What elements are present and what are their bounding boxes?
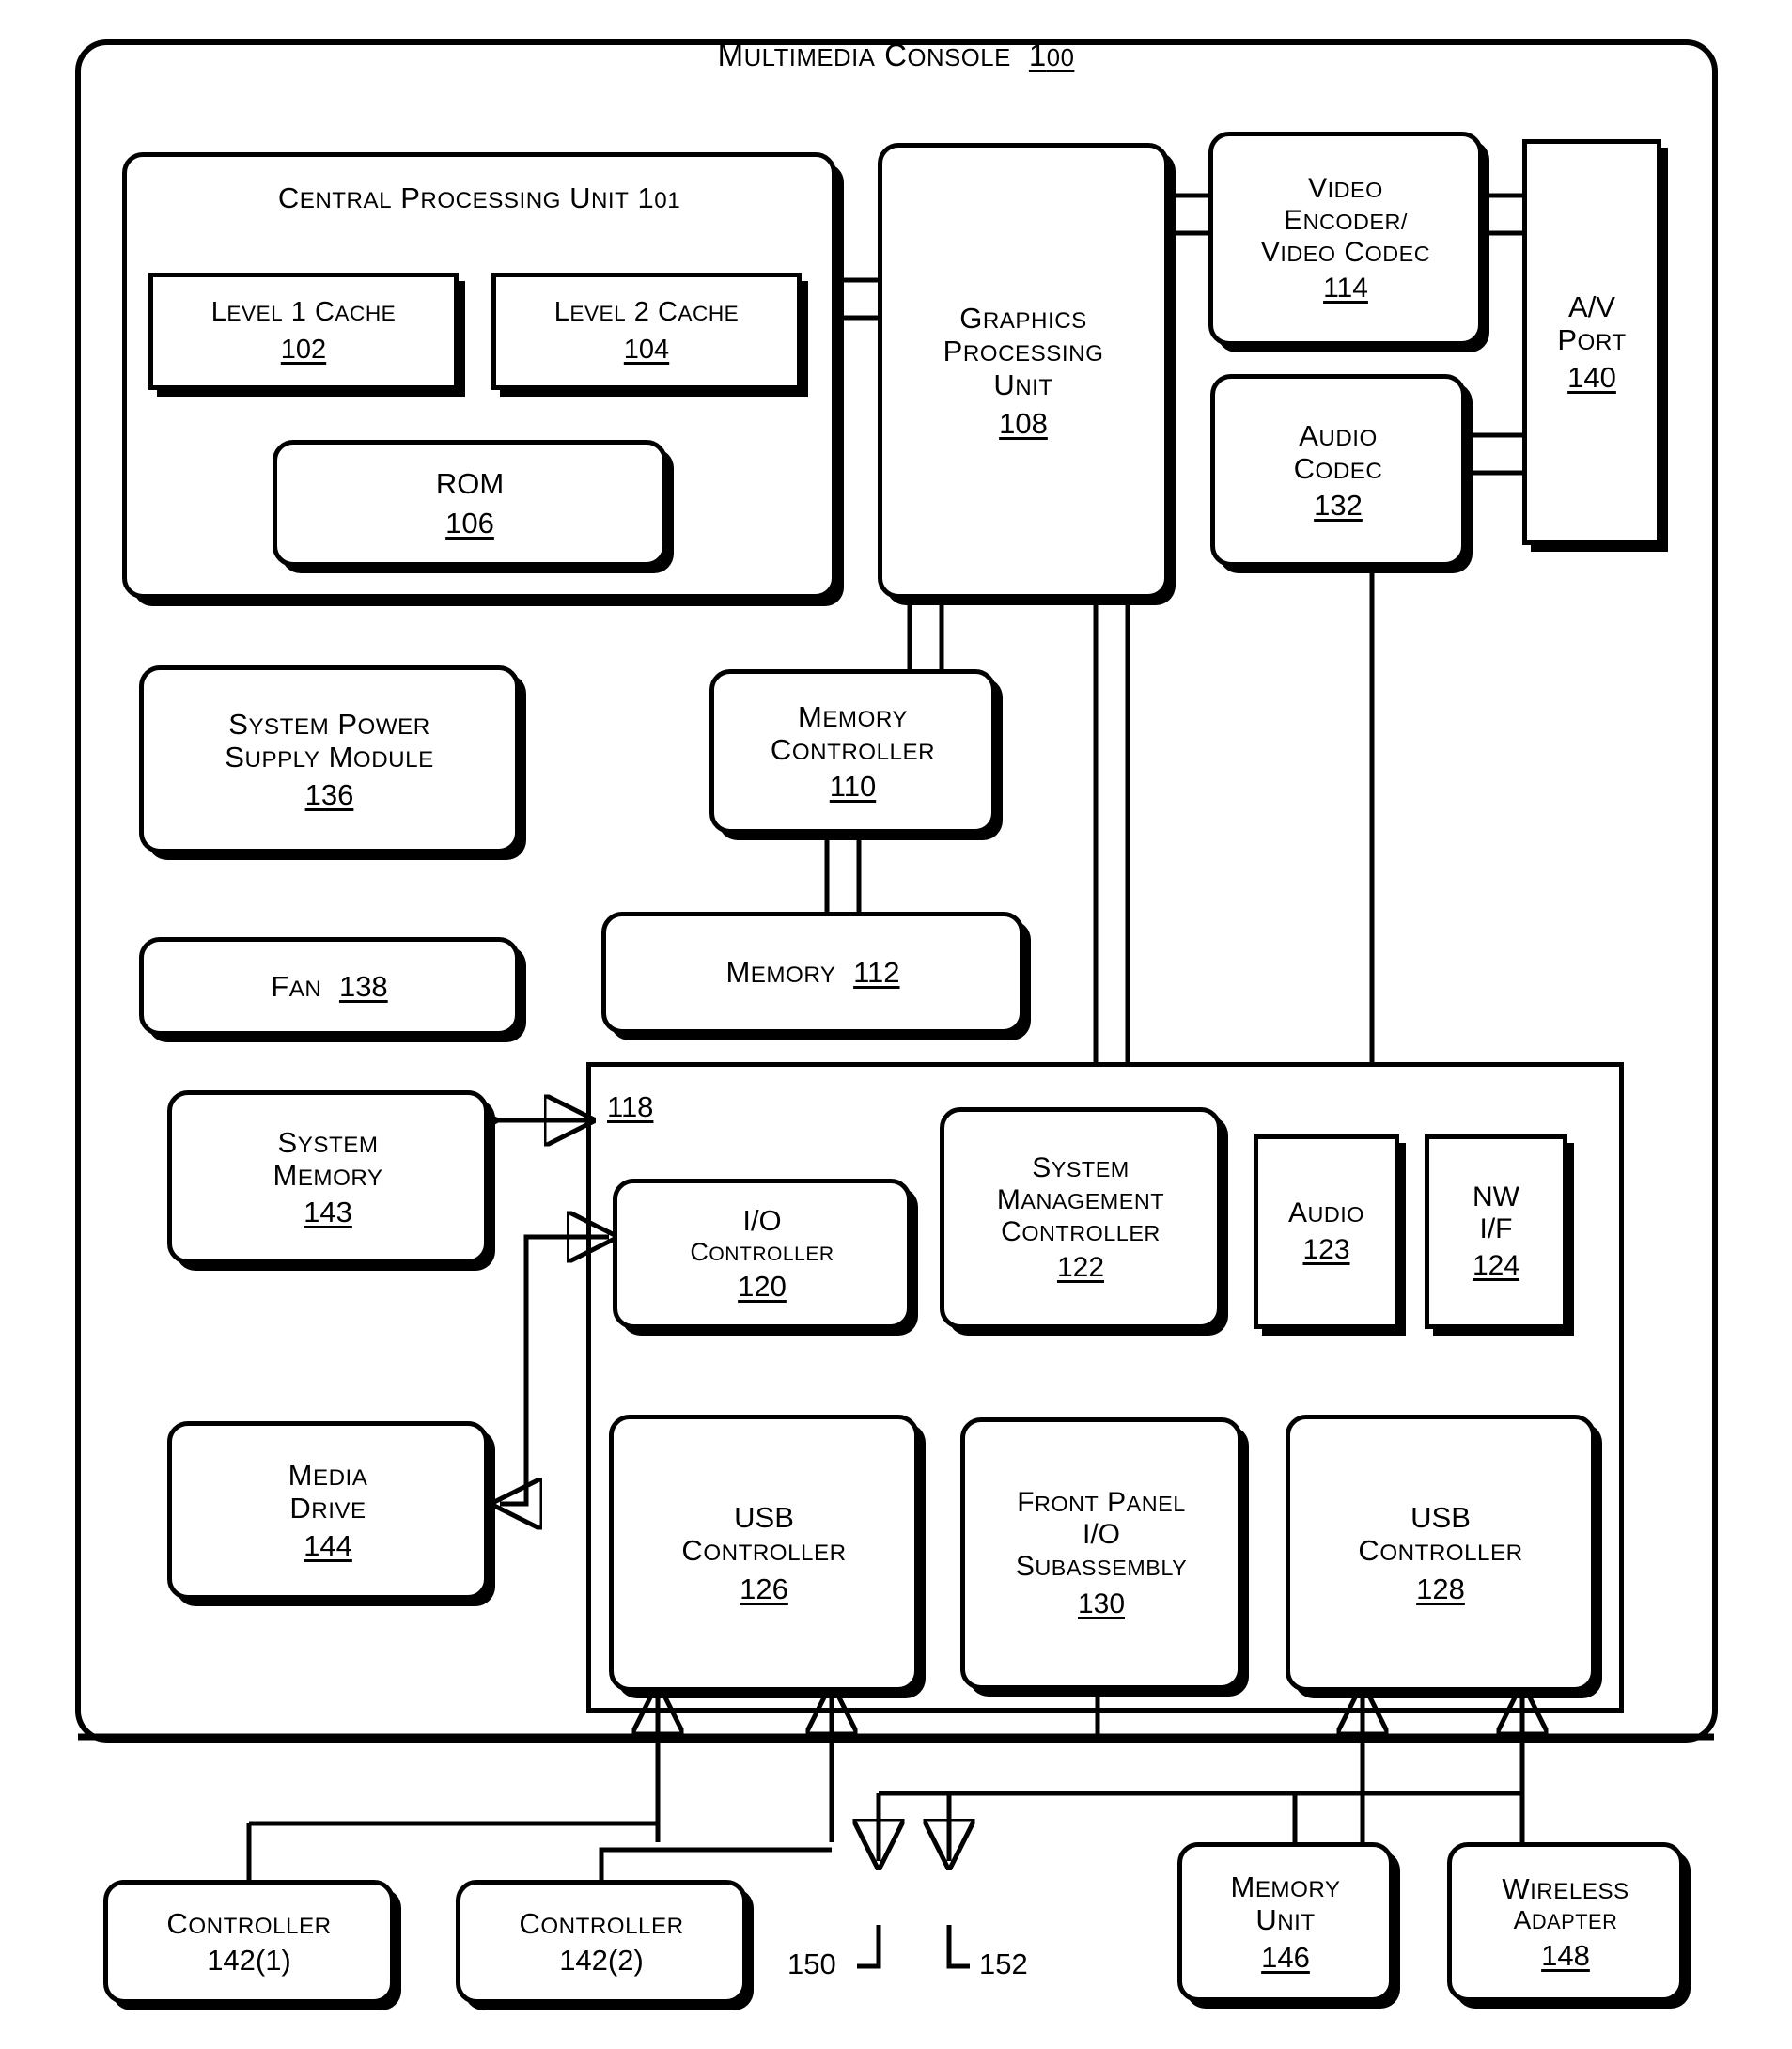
io-controller-block: I/O CONTROLLER 120 bbox=[613, 1179, 912, 1329]
gpu-label-line2: PROCESSING bbox=[943, 335, 1104, 368]
wireless-adapter-block: WIRELESS ADAPTER 148 bbox=[1447, 1842, 1684, 2002]
usb-controller-126-block: USB CONTROLLER 126 bbox=[609, 1415, 919, 1692]
controller1-label: CONTROLLER bbox=[166, 1906, 332, 1940]
media-drive-label-line1: MEDIA bbox=[288, 1459, 368, 1492]
system-power-supply-block: SYSTEM POWER SUPPLY MODULE 136 bbox=[139, 665, 520, 853]
system-management-controller-block: SYSTEM MANAGEMENT CONTROLLER 122 bbox=[940, 1107, 1222, 1329]
front-panel-ref: 130 bbox=[1077, 1588, 1126, 1620]
usb126-ref: 126 bbox=[740, 1572, 788, 1606]
bus-118-ref: 118 bbox=[607, 1090, 654, 1123]
audio-codec-label-line1: AUDIO bbox=[1299, 418, 1378, 452]
level-2-cache-block: LEVEL 2 CACHE 104 bbox=[491, 273, 802, 390]
memory-block: MEMORY 112 bbox=[601, 912, 1024, 1034]
system-memory-label-line2: MEMORY bbox=[273, 1158, 383, 1192]
memory-controller-ref: 110 bbox=[829, 770, 877, 804]
front-panel-io-subassembly-block: FRONT PANEL I/O SUBASSEMBLY 130 bbox=[960, 1417, 1242, 1690]
system-memory-label-line1: SYSTEM bbox=[277, 1125, 379, 1159]
network-interface-block: NW I/F 124 bbox=[1425, 1134, 1567, 1329]
usb126-label-line1: USB bbox=[734, 1500, 794, 1534]
av-port-block: A/V PORT 140 bbox=[1522, 139, 1661, 545]
av-port-ref: 140 bbox=[1567, 360, 1616, 394]
usb-controller-128-block: USB CONTROLLER 128 bbox=[1286, 1415, 1596, 1692]
fan-block: FAN 138 bbox=[139, 937, 520, 1036]
video-encoder-label-line2: ENCODER/ bbox=[1284, 204, 1408, 236]
usb128-label-line2: CONTROLLER bbox=[1358, 1533, 1523, 1567]
audio-ref: 123 bbox=[1302, 1233, 1350, 1265]
patent-figure-multimedia-console: MULTIMEDIA CONSOLE 100 CENTRAL PROCESSIN… bbox=[0, 0, 1792, 2049]
smc-label-line2: MANAGEMENT bbox=[996, 1183, 1165, 1215]
memory-ref: 112 bbox=[853, 956, 900, 990]
media-drive-block: MEDIA DRIVE 144 bbox=[167, 1421, 489, 1600]
level-1-cache-block: LEVEL 1 CACHE 102 bbox=[148, 273, 459, 390]
gpu-label-line1: GRAPHICS bbox=[959, 301, 1087, 335]
fan-label: FAN bbox=[271, 969, 322, 1003]
memory-unit-label-line2: UNIT bbox=[1255, 1903, 1316, 1937]
front-panel-label-line2: I/O bbox=[1082, 1518, 1120, 1550]
av-port-label-line1: A/V bbox=[1568, 290, 1615, 323]
controller-142-2-block: CONTROLLER 142(2) bbox=[456, 1880, 747, 2004]
system-memory-ref: 143 bbox=[304, 1196, 352, 1229]
controller1-ref: 142(1) bbox=[207, 1944, 291, 1977]
level-2-cache-ref: 104 bbox=[623, 334, 670, 365]
controller2-label: CONTROLLER bbox=[519, 1906, 684, 1940]
rom-block: ROM 106 bbox=[273, 440, 667, 567]
psu-label-line1: SYSTEM POWER bbox=[228, 708, 430, 741]
rom-label: ROM bbox=[435, 467, 505, 501]
smc-label-line3: CONTROLLER bbox=[1001, 1216, 1161, 1247]
media-drive-label-line2: DRIVE bbox=[289, 1492, 366, 1525]
memory-controller-label-line2: CONTROLLER bbox=[770, 732, 936, 766]
memory-unit-label-line1: MEMORY bbox=[1230, 1870, 1341, 1903]
front-panel-label-line3: SUBASSEMBLY bbox=[1015, 1551, 1188, 1582]
figure-title: MULTIMEDIA CONSOLE 100 bbox=[0, 38, 1792, 73]
controller2-ref: 142(2) bbox=[559, 1944, 644, 1977]
gpu-label-line3: UNIT bbox=[993, 368, 1053, 401]
wireless-ref: 148 bbox=[1541, 1938, 1590, 1972]
video-encoder-ref: 114 bbox=[1323, 273, 1368, 305]
front-panel-label-line1: FRONT PANEL bbox=[1017, 1486, 1186, 1518]
nwif-label-line1: NW bbox=[1473, 1181, 1519, 1213]
usb128-ref: 128 bbox=[1416, 1572, 1465, 1606]
media-drive-ref: 144 bbox=[304, 1528, 352, 1562]
figure-title-text: MULTIMEDIA CONSOLE bbox=[717, 38, 1011, 72]
wireless-label-line1: WIRELESS bbox=[1502, 1871, 1629, 1905]
audio-codec-label-line2: CODEC bbox=[1293, 451, 1383, 485]
controller-142-1-block: CONTROLLER 142(1) bbox=[103, 1880, 395, 2004]
fan-ref: 138 bbox=[338, 969, 388, 1003]
level-2-cache-label: LEVEL 2 CACHE bbox=[553, 297, 740, 328]
nwif-ref: 124 bbox=[1472, 1249, 1520, 1281]
io-controller-label-line1: I/O bbox=[742, 1204, 782, 1238]
audio-block: AUDIO 123 bbox=[1254, 1134, 1399, 1329]
video-encoder-label-line3: VIDEO CODEC bbox=[1260, 237, 1431, 268]
nwif-label-line2: I/F bbox=[1479, 1213, 1513, 1245]
usb126-label-line2: CONTROLLER bbox=[681, 1533, 847, 1567]
audio-codec-ref: 132 bbox=[1314, 489, 1363, 523]
psu-ref: 136 bbox=[304, 777, 354, 811]
audio-codec-block: AUDIO CODEC 132 bbox=[1210, 374, 1466, 567]
smc-label-line1: SYSTEM bbox=[1032, 1151, 1130, 1183]
smc-ref: 122 bbox=[1056, 1252, 1105, 1284]
wireless-label-line2: ADAPTER bbox=[1513, 1905, 1618, 1935]
video-encoder-block: VIDEO ENCODER/ VIDEO CODEC 114 bbox=[1208, 132, 1483, 346]
level-1-cache-ref: 102 bbox=[280, 334, 327, 365]
memory-unit-ref: 146 bbox=[1261, 1940, 1310, 1974]
memory-controller-label-line1: MEMORY bbox=[797, 699, 909, 733]
memory-unit-block: MEMORY UNIT 146 bbox=[1177, 1842, 1394, 2002]
memory-controller-block: MEMORY CONTROLLER 110 bbox=[709, 669, 996, 834]
video-encoder-label-line1: VIDEO bbox=[1308, 172, 1383, 204]
audio-label: AUDIO bbox=[1288, 1197, 1364, 1229]
memory-label: MEMORY bbox=[725, 956, 836, 990]
av-port-label-line2: PORT bbox=[1557, 323, 1627, 357]
usb128-label-line1: USB bbox=[1410, 1500, 1471, 1534]
io-controller-label-line2: CONTROLLER bbox=[690, 1237, 834, 1266]
io-controller-ref: 120 bbox=[738, 1270, 787, 1304]
gpu-ref: 108 bbox=[999, 406, 1048, 440]
rom-ref: 106 bbox=[445, 506, 494, 540]
port-150-ref: 150 bbox=[787, 1947, 836, 1980]
port-152-ref: 152 bbox=[979, 1947, 1028, 1980]
gpu-block: GRAPHICS PROCESSING UNIT 108 bbox=[878, 143, 1169, 599]
psu-label-line2: SUPPLY MODULE bbox=[225, 741, 434, 774]
figure-title-ref: 100 bbox=[1028, 38, 1075, 72]
level-1-cache-label: LEVEL 1 CACHE bbox=[210, 297, 397, 328]
system-memory-block: SYSTEM MEMORY 143 bbox=[167, 1090, 489, 1264]
